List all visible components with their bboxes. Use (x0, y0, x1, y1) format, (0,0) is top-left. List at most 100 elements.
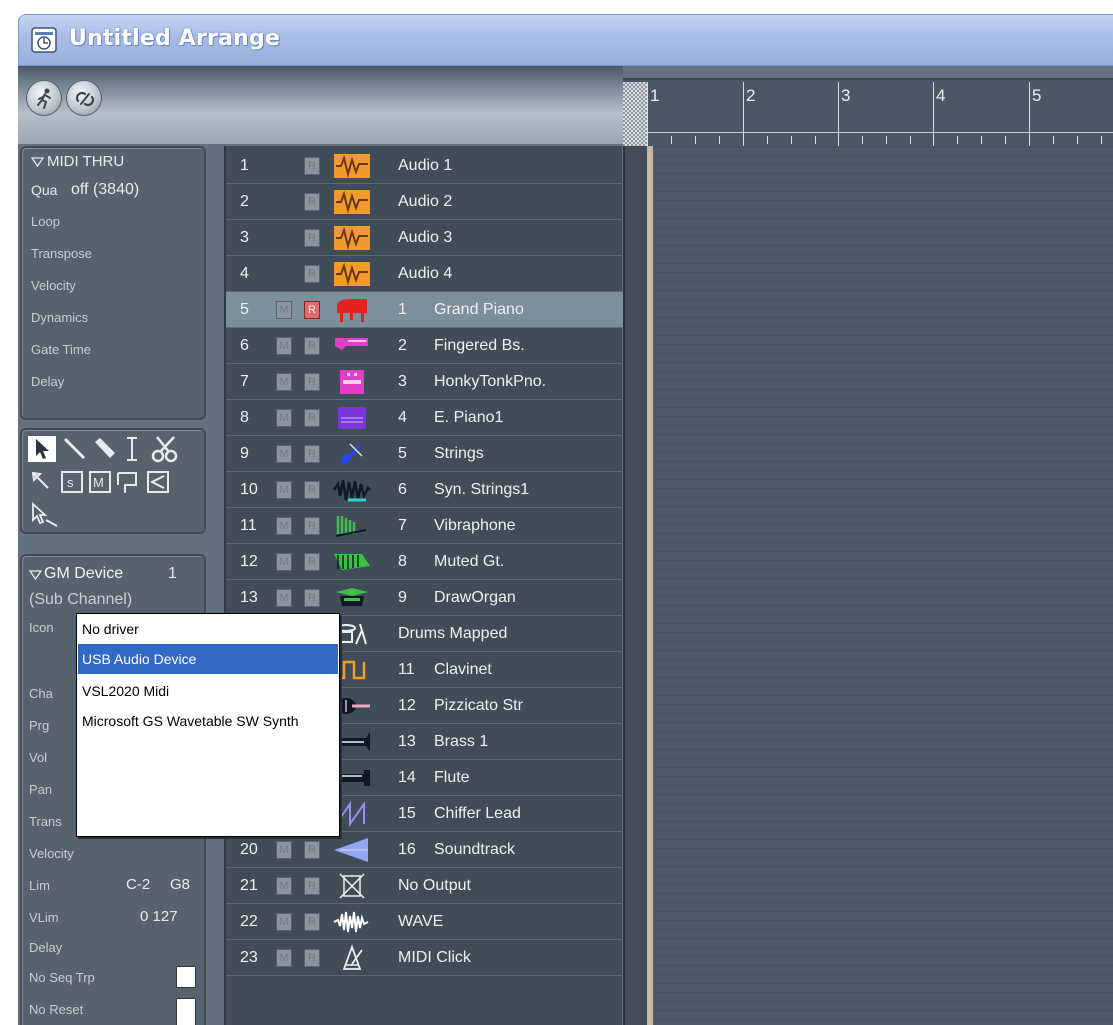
disclosure-triangle-icon[interactable] (29, 570, 42, 580)
track-name[interactable]: Brass 1 (434, 733, 488, 751)
track-name[interactable]: No Output (398, 877, 471, 895)
track-name[interactable]: Soundtrack (434, 841, 515, 859)
record-button[interactable]: R (304, 877, 320, 895)
track-name[interactable]: Fingered Bs. (434, 337, 525, 355)
mute-button[interactable]: M (276, 445, 292, 463)
track-row-8[interactable]: 8 M R 4 E. Piano1 (226, 400, 624, 436)
track-name[interactable]: Audio 4 (398, 265, 452, 283)
mute-button[interactable]: M (276, 409, 292, 427)
glue-tool-icon[interactable] (30, 470, 54, 494)
track-row-5[interactable]: 5 M R 1 Grand Piano (226, 292, 624, 328)
pencil-tool-icon[interactable] (62, 436, 88, 462)
limit-high-value[interactable]: G8 (170, 876, 200, 893)
record-button[interactable]: R (304, 445, 320, 463)
track-row-9[interactable]: 9 M R 5 Strings (226, 436, 624, 472)
record-button[interactable]: R (304, 337, 320, 355)
track-name[interactable]: WAVE (398, 913, 443, 931)
track-row-22[interactable]: 22 M R WAVE (226, 904, 624, 940)
record-button[interactable]: R (304, 265, 320, 283)
mute-button[interactable]: M (276, 589, 292, 607)
track-row-1[interactable]: 1 R Audio 1 (226, 148, 624, 184)
track-row-13[interactable]: 13 M R 9 DrawOrgan (226, 580, 624, 616)
bar-ruler[interactable]: 1 2 3 4 5 (623, 78, 1113, 146)
track-name[interactable]: Drums Mapped (398, 625, 507, 643)
track-name[interactable]: Audio 2 (398, 193, 452, 211)
track-name[interactable]: Muted Gt. (434, 553, 504, 571)
track-name[interactable]: HonkyTonkPno. (434, 373, 546, 391)
track-name[interactable]: Chiffer Lead (434, 805, 521, 823)
scissors-tool-icon[interactable] (150, 434, 180, 464)
record-button[interactable]: R (304, 517, 320, 535)
track-name[interactable]: Syn. Strings1 (434, 481, 529, 499)
crossfade-tool-icon[interactable] (146, 470, 170, 494)
track-name[interactable]: Pizzicato Str (434, 697, 523, 715)
limit-low-value[interactable]: C-2 (126, 876, 150, 893)
mute-button[interactable]: M (276, 301, 292, 319)
catch-button[interactable] (66, 80, 102, 116)
midi-thru-header[interactable]: MIDI THRU (47, 153, 124, 170)
record-button[interactable]: R (304, 193, 320, 211)
record-button[interactable]: R (304, 373, 320, 391)
menu-item-usb-audio-device[interactable]: USB Audio Device (78, 644, 338, 674)
track-row-20[interactable]: 20 M R 16 Soundtrack (226, 832, 624, 868)
track-row-12[interactable]: 12 M R 8 Muted Gt. (226, 544, 624, 580)
track-row-10[interactable]: 10 M R 6 Syn. Strings1 (226, 472, 624, 508)
solo-tool-icon[interactable]: s (60, 470, 84, 494)
mute-button[interactable]: M (276, 481, 292, 499)
menu-item-no-driver[interactable]: No driver (78, 614, 338, 644)
song-position-line[interactable] (647, 146, 653, 1025)
track-row-3[interactable]: 3 R Audio 3 (226, 220, 624, 256)
disclosure-triangle-icon[interactable] (31, 157, 44, 167)
link-button[interactable] (26, 80, 62, 116)
menu-item-vsl2020-midi[interactable]: VSL2020 Midi (78, 676, 338, 706)
zoom-tool-icon[interactable] (116, 470, 142, 494)
track-name[interactable]: Grand Piano (434, 301, 524, 319)
track-name[interactable]: DrawOrgan (434, 589, 516, 607)
mute-button[interactable]: M (276, 337, 292, 355)
no-reset-checkbox[interactable] (176, 998, 196, 1025)
track-name[interactable]: Strings (434, 445, 484, 463)
track-row-23[interactable]: 23 M R MIDI Click (226, 940, 624, 976)
mute-button[interactable]: M (276, 877, 292, 895)
mute-button[interactable]: M (276, 841, 292, 859)
track-name[interactable]: Clavinet (434, 661, 492, 679)
track-name[interactable]: Flute (434, 769, 470, 787)
track-row-6[interactable]: 6 M R 2 Fingered Bs. (226, 328, 624, 364)
track-name[interactable]: Audio 3 (398, 229, 452, 247)
title-bar[interactable]: Untitled Arrange (18, 14, 1113, 66)
mute-button[interactable]: M (276, 913, 292, 931)
velocity-limit-value[interactable]: 0 127 (140, 908, 178, 925)
track-row-11[interactable]: 11 M R 7 Vibraphone (226, 508, 624, 544)
track-name[interactable]: Audio 1 (398, 157, 452, 175)
record-button[interactable]: R (304, 301, 320, 319)
track-name[interactable]: MIDI Click (398, 949, 471, 967)
track-name[interactable]: E. Piano1 (434, 409, 503, 427)
pointer-tool-icon[interactable] (28, 436, 56, 462)
arrange-area[interactable] (623, 146, 1113, 1025)
track-row-2[interactable]: 2 R Audio 2 (226, 184, 624, 220)
qua-value[interactable]: off (3840) (71, 181, 139, 199)
record-button[interactable]: R (304, 913, 320, 931)
record-button[interactable]: R (304, 157, 320, 175)
track-row-7[interactable]: 7 M R 3 HonkyTonkPno. (226, 364, 624, 400)
device-name[interactable]: GM Device (44, 565, 123, 583)
record-button[interactable]: R (304, 553, 320, 571)
record-button[interactable]: R (304, 949, 320, 967)
track-row-21[interactable]: 21 M R No Output (226, 868, 624, 904)
record-button[interactable]: R (304, 841, 320, 859)
marquee-pointer-icon[interactable] (30, 502, 60, 528)
mute-button[interactable]: M (276, 949, 292, 967)
mute-button[interactable]: M (276, 373, 292, 391)
record-button[interactable]: R (304, 589, 320, 607)
eraser-tool-icon[interactable] (92, 436, 118, 462)
mute-tool-icon[interactable]: M (88, 470, 112, 494)
record-button[interactable]: R (304, 481, 320, 499)
record-button[interactable]: R (304, 409, 320, 427)
no-seq-trp-checkbox[interactable] (176, 966, 196, 988)
record-button[interactable]: R (304, 229, 320, 247)
track-row-4[interactable]: 4 R Audio 4 (226, 256, 624, 292)
mute-button[interactable]: M (276, 517, 292, 535)
menu-item-microsoft-gs-wavetable[interactable]: Microsoft GS Wavetable SW Synth (78, 706, 338, 736)
track-name[interactable]: Vibraphone (434, 517, 516, 535)
text-tool-icon[interactable] (122, 436, 142, 462)
